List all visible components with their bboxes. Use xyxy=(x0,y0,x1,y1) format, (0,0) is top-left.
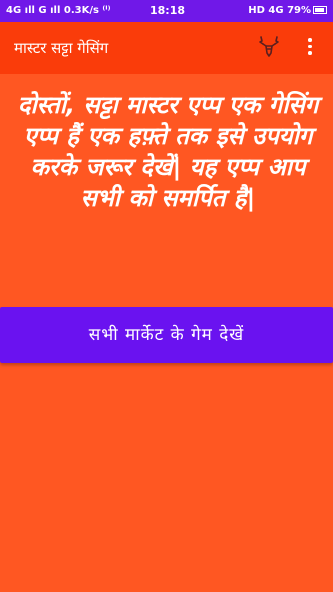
app-bar: मास्टर सट्टा गेसिंग xyxy=(0,22,333,74)
intro-message: दोस्तों, सट्टा मास्टर एप्प एक गेसिंग एप्… xyxy=(17,91,319,212)
overflow-menu-icon[interactable] xyxy=(306,38,314,58)
status-time: 18:18 xyxy=(150,4,186,17)
deer-head-icon[interactable] xyxy=(258,35,280,59)
status-signal-network: 4G ıll G ıll 0.3K/s ⁽ᴵ⁾ xyxy=(6,5,111,16)
app-title: मास्टर सट्टा गेसिंग xyxy=(14,39,109,57)
status-battery-text: HD 4G 79% xyxy=(248,5,311,16)
status-right-indicators: HD 4G 79% xyxy=(248,5,327,16)
view-all-markets-button[interactable]: सभी मार्केट के गेम देखें xyxy=(0,307,333,363)
battery-icon xyxy=(313,6,327,14)
status-bar: 4G ıll G ıll 0.3K/s ⁽ᴵ⁾ 18:18 HD 4G 79% xyxy=(0,0,333,22)
